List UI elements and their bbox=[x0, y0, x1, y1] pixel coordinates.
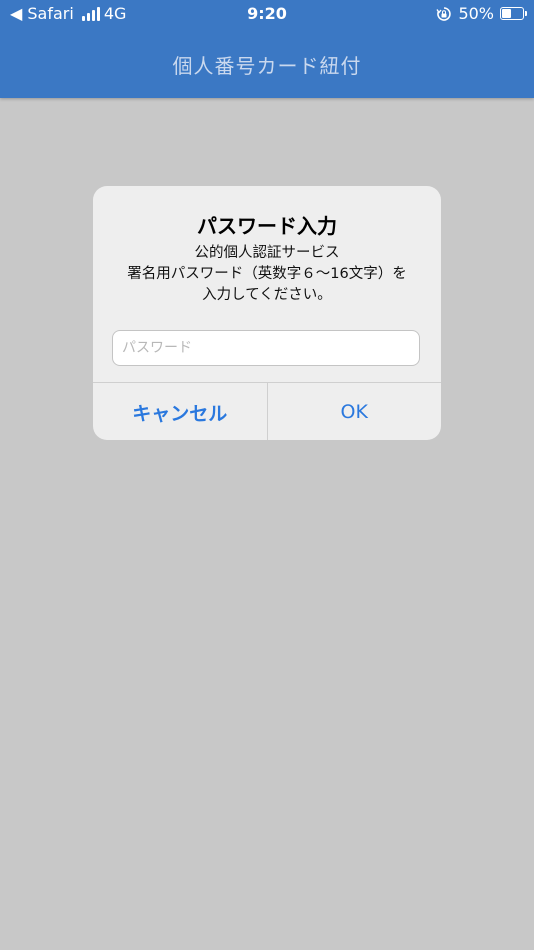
dialog-message-line: 入力してください。 bbox=[202, 287, 332, 303]
dialog-message: 公的個人認証サービス 署名用パスワード（英数字６〜16文字）を 入力してください… bbox=[93, 243, 441, 306]
orientation-lock-icon bbox=[436, 6, 452, 21]
page-title: 個人番号カード紐付 bbox=[172, 54, 362, 78]
cancel-button[interactable]: キャンセル bbox=[93, 383, 267, 440]
dialog-title: パスワード入力 bbox=[197, 214, 337, 238]
dialog-button-row: キャンセル OK bbox=[93, 382, 441, 440]
password-dialog: パスワード入力 公的個人認証サービス 署名用パスワード（英数字６〜16文字）を … bbox=[93, 186, 441, 440]
ok-button[interactable]: OK bbox=[268, 383, 442, 440]
app-header: ◀ Safari 4G 9:20 50% 個人番号カード紐付 bbox=[0, 0, 534, 98]
status-right: 50% bbox=[436, 4, 527, 23]
battery-percent: 50% bbox=[458, 4, 494, 23]
password-input[interactable] bbox=[112, 330, 420, 366]
battery-fill bbox=[502, 9, 511, 18]
battery-icon bbox=[500, 7, 527, 20]
status-bar: ◀ Safari 4G 9:20 50% bbox=[0, 0, 534, 28]
dialog-message-line: 署名用パスワード（英数字６〜16文字）を bbox=[127, 266, 407, 282]
dialog-message-line: 公的個人認証サービス bbox=[194, 245, 340, 261]
